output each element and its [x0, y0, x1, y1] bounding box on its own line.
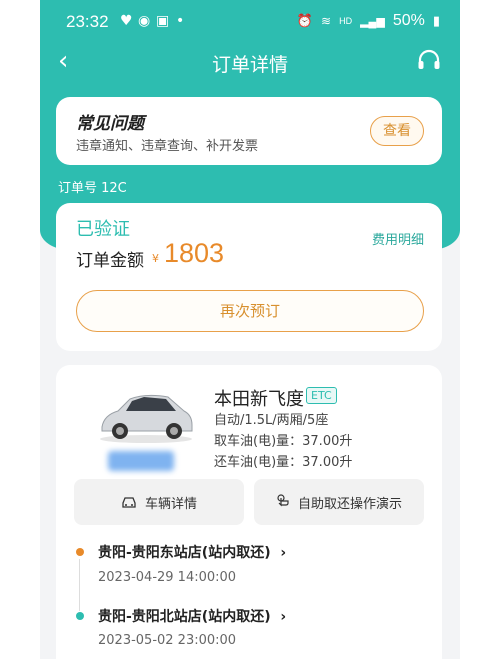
order-number: 订单号 12C	[58, 181, 127, 196]
etc-badge: ETC	[306, 387, 337, 404]
car-image	[100, 394, 193, 443]
order-summary-card: 已验证 费用明细 订单金额 ¥ 1803 再次预订	[56, 203, 442, 351]
nav-bar: ‹ 订单详情	[40, 42, 460, 82]
app-screen: 23:32 ♥ ◉ ▣ • ⏰ ≋ HD ▂▄▆ 50% ▮ ‹ 订单详情 常见…	[40, 0, 460, 659]
pickup-location[interactable]: 贵阳-贵阳东站店(站内取还) ›	[98, 542, 286, 562]
status-time: 23:32	[66, 12, 109, 31]
signal-icon: ▂▄▆	[360, 15, 385, 28]
car-icon	[122, 497, 136, 508]
order-status: 已验证	[76, 219, 130, 240]
car-details-button[interactable]: 车辆详情	[74, 479, 244, 525]
return-time: 2023-05-02 23:00:00	[98, 633, 237, 648]
battery-icon: ▮	[432, 13, 440, 28]
pickup-dot	[76, 548, 84, 556]
heart-icon: ♥	[120, 13, 133, 29]
page-title: 订单详情	[211, 54, 288, 76]
dot-icon: •	[176, 13, 185, 29]
currency-symbol: ¥	[152, 252, 159, 265]
car-details-label: 车辆详情	[144, 496, 197, 512]
return-location[interactable]: 贵阳-贵阳北站店(站内取还) ›	[98, 606, 286, 626]
pickup-location-label: 贵阳-贵阳东站店(站内取还)	[98, 545, 271, 561]
return-location-label: 贵阳-贵阳北站店(站内取还)	[98, 609, 271, 625]
faq-title: 常见问题	[76, 114, 144, 134]
pickup-fuel: 取车油(电)量：37.00升	[214, 434, 353, 449]
license-plate-redacted	[108, 451, 174, 471]
amount-label: 订单金额	[76, 251, 144, 271]
self-service-demo-button[interactable]: 自助取还操作演示	[254, 479, 424, 525]
return-dot	[76, 612, 84, 620]
car-spec: 自动/1.5L/两厢/5座	[214, 413, 329, 428]
rebook-button[interactable]: 再次预订	[76, 290, 424, 332]
hd-label: HD	[339, 16, 353, 26]
faq-subtitle: 违章通知、违章查询、补开发票	[76, 139, 259, 154]
route-line	[79, 559, 80, 611]
pickup-time: 2023-04-29 14:00:00	[98, 570, 237, 585]
hand-tap-icon	[277, 494, 289, 507]
self-service-demo-label: 自助取还操作演示	[297, 496, 402, 512]
chevron-right-icon: ›	[275, 609, 287, 625]
chevron-right-icon: ›	[275, 545, 287, 561]
headset-icon[interactable]	[416, 48, 442, 74]
app-notification-icon: ◉	[138, 13, 151, 29]
message-icon: ▣	[156, 13, 170, 29]
fee-detail-link[interactable]: 费用明细	[372, 229, 424, 248]
order-amount: 1803	[164, 238, 225, 268]
battery-level: 50%	[392, 12, 425, 29]
car-info-card: 本田新飞度 ETC 自动/1.5L/两厢/5座 取车油(电)量：37.00升 还…	[56, 365, 442, 659]
view-faq-button[interactable]: 查看	[370, 116, 424, 146]
faq-card[interactable]: 常见问题 违章通知、违章查询、补开发票 查看	[56, 97, 442, 165]
return-fuel: 还车油(电)量：37.00升	[214, 455, 353, 470]
status-bar: 23:32 ♥ ◉ ▣ • ⏰ ≋ HD ▂▄▆ 50% ▮	[40, 0, 460, 42]
wifi-icon: ≋	[321, 14, 332, 28]
alarm-icon: ⏰	[296, 13, 314, 28]
car-name: 本田新飞度	[214, 389, 304, 410]
